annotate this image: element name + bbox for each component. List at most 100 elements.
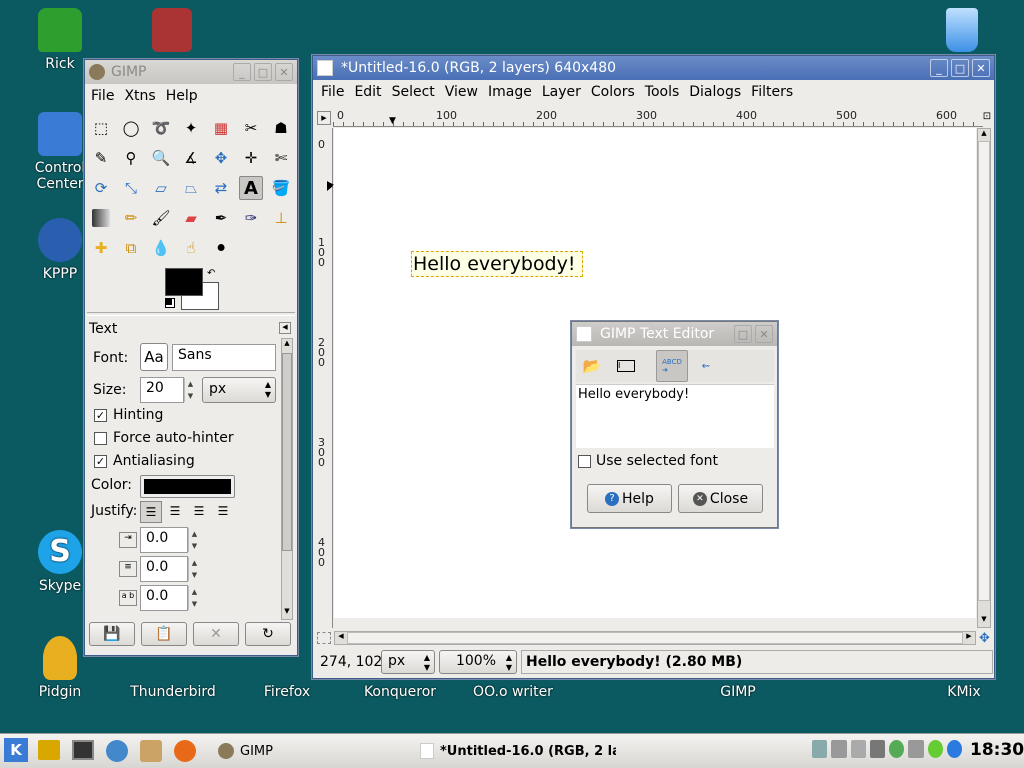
horizontal-scrollbar[interactable]: ◀ ▶: [334, 631, 976, 645]
scrollbar-thumb[interactable]: [347, 632, 963, 644]
menu-select[interactable]: Select: [392, 84, 435, 100]
fg-color-swatch[interactable]: [165, 268, 203, 296]
antialiasing-checkbox[interactable]: ✓: [94, 455, 107, 468]
zoom-icon[interactable]: 🔍: [149, 146, 173, 170]
lasso-icon[interactable]: ➰: [149, 116, 173, 140]
minimize-button[interactable]: _: [930, 59, 948, 77]
close-button[interactable]: ✕: [275, 63, 293, 81]
klipper-icon[interactable]: [850, 740, 866, 758]
konqueror-launcher-icon[interactable]: [106, 740, 128, 762]
delete-options-button[interactable]: ✕: [193, 622, 239, 646]
unit-select[interactable]: px ▲ ▼: [381, 650, 435, 674]
letter-spacing-input[interactable]: 0.0: [140, 585, 188, 611]
airbrush-icon[interactable]: ✒: [209, 206, 233, 230]
font-input[interactable]: Sans: [172, 344, 276, 371]
menu-filters[interactable]: Filters: [751, 84, 793, 100]
ltr-direction-icon[interactable]: ABCD ➜: [656, 350, 688, 382]
clear-text-icon[interactable]: I: [614, 354, 638, 378]
terminal-icon[interactable]: [72, 740, 94, 760]
flip-icon[interactable]: ⇄: [209, 176, 233, 200]
vertical-ruler[interactable]: 0 100 200 300 400 ▶: [315, 128, 334, 628]
update-icon[interactable]: [927, 740, 943, 758]
menu-colors[interactable]: Colors: [591, 84, 635, 100]
monitor-icon[interactable]: [908, 740, 924, 758]
indent-input[interactable]: 0.0: [140, 527, 188, 553]
open-file-icon[interactable]: 📂: [580, 354, 604, 378]
use-selected-font-checkbox[interactable]: [578, 455, 591, 468]
options-scrollbar[interactable]: ▲ ▼: [281, 338, 293, 620]
blur-icon[interactable]: 💧: [149, 236, 173, 260]
menu-dialogs[interactable]: Dialogs: [689, 84, 741, 100]
dodge-burn-icon[interactable]: ⚫: [209, 236, 233, 260]
save-options-button[interactable]: 💾: [89, 622, 135, 646]
zoom-select[interactable]: 100% ▲ ▼: [439, 650, 517, 674]
font-preview-button[interactable]: Aa: [140, 343, 168, 371]
image-titlebar[interactable]: *Untitled-16.0 (RGB, 2 layers) 640x480 _…: [313, 56, 994, 80]
taskbar-item-gimp[interactable]: GIMP: [218, 736, 408, 766]
menu-image[interactable]: Image: [488, 84, 532, 100]
justify-center-button[interactable]: ☰: [188, 501, 210, 523]
image-menu-arrow[interactable]: ▶: [317, 111, 331, 125]
home-folder-icon[interactable]: [38, 740, 60, 760]
menu-file[interactable]: File: [91, 88, 114, 104]
close-button[interactable]: ✕: [972, 59, 990, 77]
text-color-button[interactable]: [140, 475, 235, 498]
justify-fill-button[interactable]: ☰: [212, 501, 234, 523]
justify-left-button[interactable]: ☰: [140, 501, 162, 523]
scissors-icon[interactable]: ✂: [239, 116, 263, 140]
ellipse-select-icon[interactable]: ◯: [119, 116, 143, 140]
desktop-icon-drive[interactable]: [124, 8, 220, 56]
scrollbar-thumb[interactable]: [978, 141, 990, 601]
magic-wand-icon[interactable]: ✦: [179, 116, 203, 140]
menu-layer[interactable]: Layer: [542, 84, 581, 100]
clock[interactable]: 18:30: [970, 740, 1024, 760]
letter-spacing-spinner[interactable]: ▲ ▼: [188, 586, 200, 610]
desktop-icon-trash[interactable]: [914, 8, 1010, 56]
foreground-select-icon[interactable]: ☗: [269, 116, 293, 140]
menu-help[interactable]: Help: [166, 88, 198, 104]
rtl-direction-icon[interactable]: ⇜: [694, 354, 718, 378]
menu-file[interactable]: File: [321, 84, 344, 100]
toolbox-titlebar[interactable]: GIMP _ □ ✕: [85, 60, 297, 84]
unit-select[interactable]: px ▲ ▼: [202, 377, 276, 403]
tool-options-menu-icon[interactable]: ◀: [279, 322, 291, 334]
status-icon[interactable]: [889, 740, 905, 758]
taskbar-item-image[interactable]: *Untitled-16.0 (RGB, 2 lay: [420, 736, 616, 766]
line-spacing-input[interactable]: 0.0: [140, 556, 188, 582]
rotate-icon[interactable]: ⟳: [89, 176, 113, 200]
size-spinner[interactable]: ▲ ▼: [184, 378, 196, 402]
color-select-icon[interactable]: ▦: [209, 116, 233, 140]
scale-icon[interactable]: ⤡: [119, 176, 143, 200]
quick-mask-icon[interactable]: [317, 632, 331, 644]
perspective-icon[interactable]: ⏢: [179, 176, 203, 200]
default-colors-icon[interactable]: [165, 298, 175, 308]
crop-icon[interactable]: ✄: [269, 146, 293, 170]
volume-icon[interactable]: [869, 740, 885, 758]
menu-view[interactable]: View: [445, 84, 478, 100]
close-dialog-button[interactable]: ✕ Close: [678, 484, 763, 513]
swap-colors-icon[interactable]: ↶: [207, 268, 215, 279]
shear-icon[interactable]: ▱: [149, 176, 173, 200]
clone-icon[interactable]: ⊥: [269, 206, 293, 230]
text-tool-icon[interactable]: A: [239, 176, 263, 200]
color-picker-icon[interactable]: ⚲: [119, 146, 143, 170]
maximize-button[interactable]: □: [734, 325, 752, 343]
package-icon[interactable]: [140, 740, 162, 762]
force-autohinter-checkbox[interactable]: [94, 432, 107, 445]
paths-icon[interactable]: ✎: [89, 146, 113, 170]
indent-spinner[interactable]: ▲ ▼: [188, 528, 200, 552]
menu-tools[interactable]: Tools: [645, 84, 680, 100]
editor-text-area[interactable]: Hello everybody!: [576, 384, 774, 448]
kmenu-button[interactable]: K: [4, 738, 28, 762]
navigation-zoom-icon[interactable]: ⊡: [980, 111, 994, 125]
navigate-icon[interactable]: ✥: [979, 631, 990, 646]
network-icon[interactable]: [812, 740, 828, 758]
eraser-icon[interactable]: ▰: [179, 206, 203, 230]
measure-icon[interactable]: ∡: [179, 146, 203, 170]
minimize-button[interactable]: _: [233, 63, 251, 81]
line-spacing-spinner[interactable]: ▲ ▼: [188, 557, 200, 581]
help-button[interactable]: ? Help: [587, 484, 672, 513]
firefox-launcher-icon[interactable]: [174, 740, 196, 762]
menu-edit[interactable]: Edit: [354, 84, 381, 100]
restore-options-button[interactable]: 📋: [141, 622, 187, 646]
